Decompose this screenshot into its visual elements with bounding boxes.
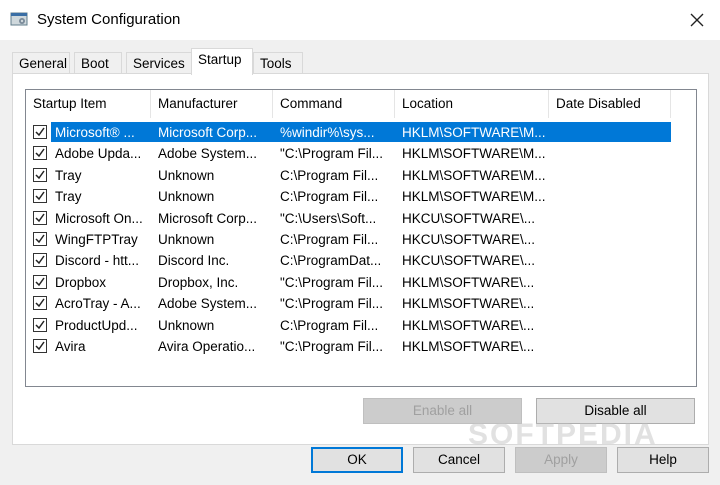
cell-location: HKLM\SOFTWARE\M...	[402, 167, 546, 183]
cell-command: %windir%\sys...	[280, 125, 375, 140]
cell-startup-item: WingFTPTray	[55, 231, 138, 247]
cell-manufacturer: Adobe System...	[158, 296, 258, 312]
table-row[interactable]: Discord - htt... Discord Inc. C:\ProgramDa…	[26, 250, 696, 271]
cell-startup-item: Avira	[55, 338, 86, 354]
tab-startup[interactable]: Startup	[191, 48, 253, 75]
cell-startup-item: Microsoft® ...	[55, 125, 135, 140]
close-icon[interactable]	[682, 6, 712, 34]
cell-date-disabled	[556, 208, 668, 229]
startup-item-checkbox[interactable]	[33, 146, 47, 161]
cell-manufacturer: Microsoft Corp...	[158, 125, 258, 140]
table-row[interactable]: ProductUpd... Unknown C:\Program Fil... HKL…	[26, 315, 696, 336]
table-row[interactable]: Microsoft On... Microsoft Corp... "C:\User…	[26, 208, 696, 229]
startup-item-checkbox[interactable]	[33, 167, 47, 182]
startup-item-checkbox[interactable]	[33, 125, 47, 139]
cell-date-disabled	[556, 315, 668, 336]
cell-date-disabled	[556, 186, 668, 207]
list-header: Startup Item Manufacturer Command Locati…	[26, 90, 696, 118]
startup-item-checkbox[interactable]	[33, 253, 47, 268]
column-header-startup-item[interactable]: Startup Item	[26, 90, 151, 118]
startup-item-checkbox[interactable]	[33, 317, 47, 332]
table-row[interactable]: Avira Avira Operatio... "C:\Program Fil...…	[26, 336, 696, 357]
cell-command: "C:\Users\Soft...	[280, 210, 377, 226]
startup-item-checkbox[interactable]	[33, 189, 47, 204]
cell-date-disabled	[556, 250, 668, 271]
cell-date-disabled	[556, 143, 668, 164]
window-title: System Configuration	[37, 11, 181, 28]
msconfig-icon	[10, 10, 28, 28]
cell-manufacturer: Dropbox, Inc.	[158, 274, 239, 290]
table-row[interactable]: Microsoft® ... Microsoft Corp... %windir%\…	[26, 122, 696, 143]
table-row[interactable]: WingFTPTray Unknown C:\Program Fil... HKCU\…	[26, 229, 696, 250]
cell-command: C:\ProgramDat...	[280, 253, 382, 269]
cell-manufacturer: Avira Operatio...	[158, 338, 256, 354]
table-row[interactable]: AcroTray - A... Adobe System... "C:\Progra…	[26, 293, 696, 314]
cell-command: "C:\Program Fil...	[280, 274, 384, 290]
cell-location: HKCU\SOFTWARE\...	[402, 231, 536, 247]
cell-command: "C:\Program Fil...	[280, 146, 384, 162]
list-rows: Microsoft® ... Microsoft Corp... %windir%\…	[26, 122, 696, 357]
cell-startup-item: Tray	[55, 189, 82, 205]
cell-startup-item: Discord - htt...	[55, 253, 140, 269]
cell-startup-item: Tray	[55, 167, 82, 183]
cell-date-disabled	[556, 122, 668, 143]
cell-location: HKLM\SOFTWARE\...	[402, 296, 535, 312]
column-header-date-disabled[interactable]: Date Disabled	[549, 90, 671, 118]
tab-services[interactable]: Services	[126, 52, 192, 74]
cell-location: HKLM\SOFTWARE\M...	[402, 146, 546, 162]
cell-command: "C:\Program Fil...	[280, 296, 384, 312]
cell-manufacturer: Discord Inc.	[158, 253, 230, 269]
startup-item-checkbox[interactable]	[33, 210, 47, 225]
column-header-location[interactable]: Location	[395, 90, 549, 118]
cell-manufacturer: Unknown	[158, 189, 215, 205]
tab-general[interactable]: General	[12, 52, 70, 74]
cell-manufacturer: Unknown	[158, 231, 215, 247]
startup-tab-panel: Startup Item Manufacturer Command Locati…	[12, 73, 709, 445]
column-header-manufacturer[interactable]: Manufacturer	[151, 90, 273, 118]
cell-location: HKLM\SOFTWARE\...	[402, 274, 535, 290]
cell-date-disabled	[556, 272, 668, 293]
ok-button[interactable]: OK	[311, 447, 403, 473]
startup-item-checkbox[interactable]	[33, 338, 47, 353]
cell-location: HKLM\SOFTWARE\M...	[402, 189, 546, 205]
table-row[interactable]: Tray Unknown C:\Program Fil... HKLM\SOFTWAR…	[26, 186, 696, 207]
table-row[interactable]: Dropbox Dropbox, Inc. "C:\Program Fil... HK…	[26, 272, 696, 293]
cell-manufacturer: Unknown	[158, 317, 215, 333]
startup-item-checkbox[interactable]	[33, 296, 47, 311]
table-row[interactable]: Adobe Upda... Adobe System... "C:\Program …	[26, 143, 696, 164]
cell-command: C:\Program Fil...	[280, 167, 379, 183]
cell-command: "C:\Program Fil...	[280, 338, 384, 354]
cell-manufacturer: Adobe System...	[158, 146, 258, 162]
cell-location: HKLM\SOFTWARE\M...	[402, 125, 546, 140]
cell-startup-item: Microsoft On...	[55, 210, 143, 226]
cell-date-disabled	[556, 336, 668, 357]
startup-items-list[interactable]: Startup Item Manufacturer Command Locati…	[25, 89, 697, 387]
cell-command: C:\Program Fil...	[280, 317, 379, 333]
cell-location: HKCU\SOFTWARE\...	[402, 253, 536, 269]
cell-startup-item: AcroTray - A...	[55, 296, 141, 312]
startup-item-checkbox[interactable]	[33, 274, 47, 289]
cell-location: HKLM\SOFTWARE\...	[402, 317, 535, 333]
cell-startup-item: ProductUpd...	[55, 317, 138, 333]
cell-date-disabled	[556, 293, 668, 314]
cell-location: HKLM\SOFTWARE\...	[402, 338, 535, 354]
table-row[interactable]: Tray Unknown C:\Program Fil... HKLM\SOFTWAR…	[26, 165, 696, 186]
cell-startup-item: Adobe Upda...	[55, 146, 142, 162]
cell-date-disabled	[556, 229, 668, 250]
cell-startup-item: Dropbox	[55, 274, 107, 290]
tab-tools[interactable]: Tools	[253, 52, 303, 74]
cell-command: C:\Program Fil...	[280, 189, 379, 205]
column-header-command[interactable]: Command	[273, 90, 395, 118]
cell-manufacturer: Unknown	[158, 167, 215, 183]
startup-item-checkbox[interactable]	[33, 231, 47, 246]
cell-location: HKCU\SOFTWARE\...	[402, 210, 536, 226]
softpedia-watermark: SOFTPEDIA	[468, 418, 658, 451]
title-bar: System Configuration	[0, 0, 720, 40]
cell-manufacturer: Microsoft Corp...	[158, 210, 258, 226]
cell-date-disabled	[556, 165, 668, 186]
tab-boot[interactable]: Boot	[74, 52, 122, 74]
cell-command: C:\Program Fil...	[280, 231, 379, 247]
